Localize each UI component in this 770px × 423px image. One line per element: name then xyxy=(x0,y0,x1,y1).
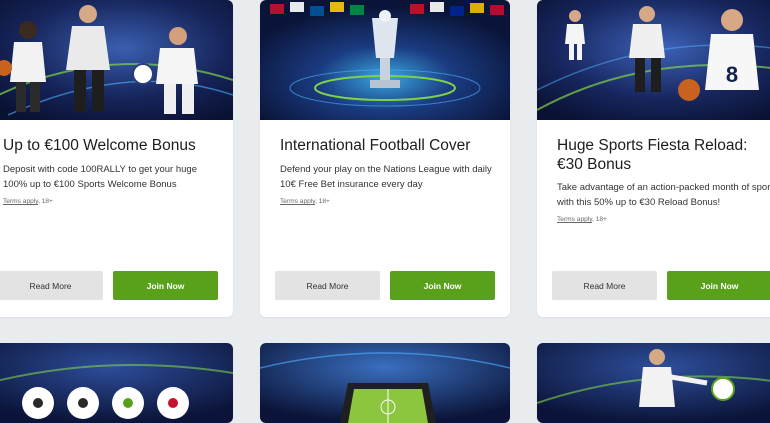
terms-text: Terms apply, 18+ xyxy=(280,198,330,205)
promo-title: International Football Cover xyxy=(280,137,471,154)
terms-age: , 18+ xyxy=(315,198,330,205)
promo-card-welcome-bonus: Up to €100 Welcome Bonus Deposit with co… xyxy=(0,0,233,317)
sports-players-banner-image[interactable]: 8 xyxy=(537,0,770,120)
terms-link[interactable]: Terms apply xyxy=(3,198,38,205)
read-more-button[interactable]: Read More xyxy=(275,271,380,300)
soccer-balls-banner-image[interactable] xyxy=(0,343,233,423)
trophy-banner-image[interactable] xyxy=(260,0,510,120)
promo-title: Up to €100 Welcome Bonus xyxy=(3,137,196,154)
promo-card-partial-3 xyxy=(537,343,770,423)
promo-card-sports-fiesta: 8 Huge Sports Fiesta Reload: €30 Bonus T… xyxy=(537,0,770,317)
athletes-banner-image[interactable] xyxy=(0,0,233,120)
promo-card-international-football: International Football Cover Defend your… xyxy=(260,0,510,317)
join-now-button[interactable]: Join Now xyxy=(390,271,495,300)
terms-age: , 18+ xyxy=(38,198,53,205)
read-more-button[interactable]: Read More xyxy=(0,271,103,300)
join-now-button[interactable]: Join Now xyxy=(667,271,770,300)
promo-description: Deposit with code 100RALLY to get your h… xyxy=(3,164,197,190)
terms-text: Terms apply, 18+ xyxy=(3,198,53,205)
promo-description: Defend your play on the Nations League w… xyxy=(280,164,492,190)
join-now-button[interactable]: Join Now xyxy=(113,271,218,300)
football-pitch-banner-image[interactable] xyxy=(260,343,510,423)
read-more-button[interactable]: Read More xyxy=(552,271,657,300)
terms-link[interactable]: Terms apply xyxy=(557,216,592,223)
promo-card-partial-2 xyxy=(260,343,510,423)
promo-description: Take advantage of an action-packed month… xyxy=(557,182,770,208)
terms-text: Terms apply, 18+ xyxy=(557,216,607,223)
terms-age: , 18+ xyxy=(592,216,607,223)
promo-card-partial-1 xyxy=(0,343,233,423)
footballer-kick-banner-image[interactable] xyxy=(537,343,770,423)
promo-title: Huge Sports Fiesta Reload: €30 Bonus xyxy=(557,137,748,173)
terms-link[interactable]: Terms apply xyxy=(280,198,315,205)
svg-text:8: 8 xyxy=(726,62,738,87)
